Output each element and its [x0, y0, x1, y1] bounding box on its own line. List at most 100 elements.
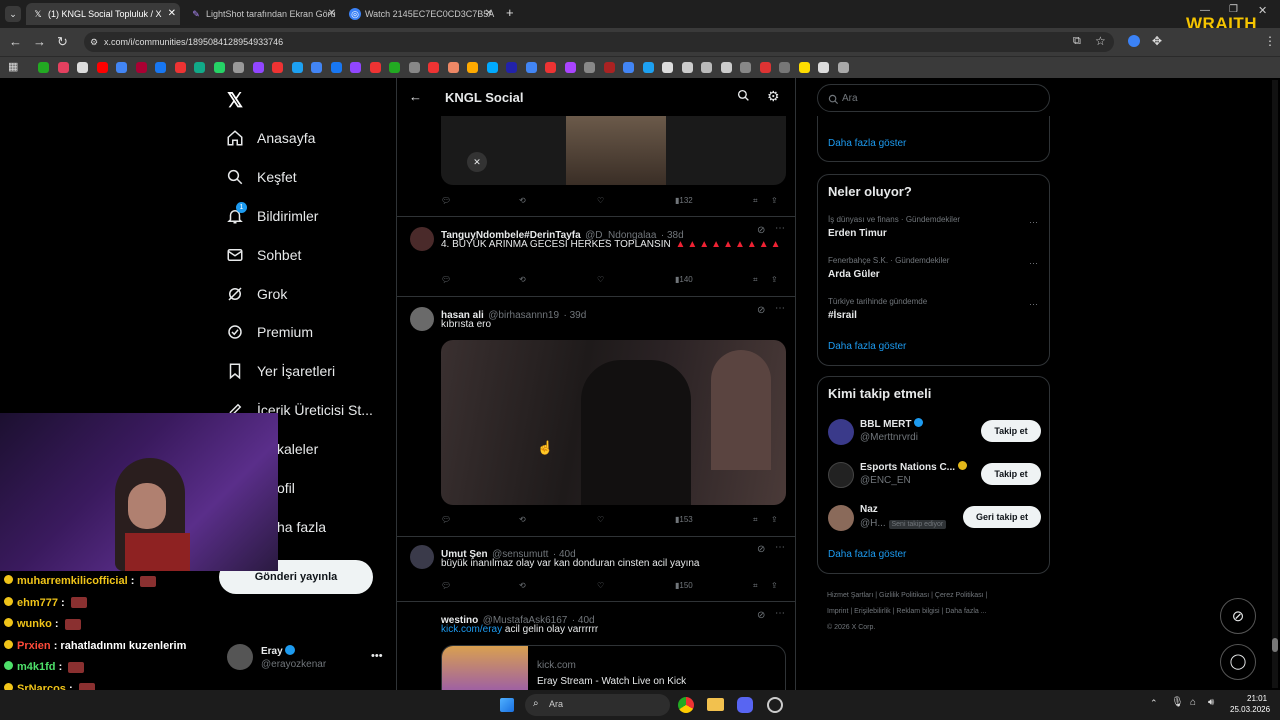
reply-icon[interactable]: 💬︎	[441, 275, 451, 284]
menu-icon[interactable]: ⋮	[1264, 34, 1276, 48]
bookmark-favicon-icon[interactable]	[155, 62, 166, 73]
trend-item[interactable]: Fenerbahçe S.K. · Gündemdekiler Arda Güle…	[828, 256, 1038, 280]
volume-icon[interactable]: 🔊︎	[1208, 697, 1214, 708]
bookmark-favicon-icon[interactable]	[291, 62, 303, 73]
nav-bookmarks[interactable]: Yer İşaretleri	[225, 356, 335, 386]
bookmark-favicon-icon[interactable]	[447, 62, 459, 73]
bookmark-favicon-icon[interactable]	[96, 62, 108, 73]
bookmark-favicon-icon[interactable]	[798, 62, 810, 73]
trend-item[interactable]: İş dünyası ve finans · Gündemdekiler Erde…	[828, 215, 1038, 239]
x-home-logo[interactable]: 𝕏	[227, 88, 243, 113]
avatar[interactable]	[410, 307, 434, 331]
post-media-tail[interactable]: ✕ 💬︎ ⟲ ♡ ▮ 132 ⌗ ⇪	[397, 116, 795, 217]
bookmark-favicon-icon[interactable]	[701, 62, 712, 73]
bookmark-favicon-icon[interactable]	[389, 62, 400, 73]
nav-grok[interactable]: Grok	[225, 279, 287, 309]
account-avatar[interactable]	[227, 644, 253, 670]
grok-icon[interactable]: ⊘	[757, 305, 765, 316]
tray-chevron-icon[interactable]: ⌃	[1150, 698, 1158, 709]
install-icon[interactable]: ⧉	[1073, 35, 1081, 48]
scrollbar[interactable]	[1272, 80, 1278, 688]
back-arrow-icon[interactable]: ←	[409, 89, 422, 104]
bookmark-favicon-icon[interactable]	[623, 62, 634, 73]
bookmark-favicon-icon[interactable]	[311, 62, 322, 73]
post-tanguy[interactable]: TanguyNdombele#DerinTayfa @D_Ndongalaa ·…	[397, 217, 795, 297]
follow-button[interactable]: Takip et	[981, 463, 1041, 485]
footer-link[interactable]: Imprint	[827, 608, 848, 615]
bookmark-favicon-icon[interactable]	[837, 62, 849, 73]
footer-link[interactable]: Reklam bilgisi	[896, 608, 939, 615]
bookmark-icon[interactable]: ⌗	[753, 196, 758, 206]
trend-more-icon[interactable]: ⋯	[1029, 299, 1038, 310]
footer-link[interactable]: Erişilebilirlik	[854, 608, 891, 615]
trend-more-icon[interactable]: ⋯	[1029, 217, 1038, 228]
bookmark-favicon-icon[interactable]	[681, 62, 693, 73]
repost-icon[interactable]: ⟲	[519, 196, 526, 205]
maximize-icon[interactable]: ❐	[1229, 4, 1238, 15]
close-window-icon[interactable]: ✕	[1258, 4, 1267, 17]
bookmark-favicon-icon[interactable]	[818, 62, 829, 73]
clock-date[interactable]: 25.03.2026	[1230, 705, 1270, 714]
account-more-icon[interactable]: •••	[371, 650, 383, 662]
bookmark-favicon-icon[interactable]	[525, 62, 537, 73]
bookmark-favicon-icon[interactable]	[662, 62, 673, 73]
nav-articles[interactable]: kaleler	[277, 434, 318, 464]
close-tab-icon[interactable]: ✕	[328, 3, 336, 25]
follow-suggestion[interactable]: BBL MERT @Merttnrvrdi Takip et	[818, 415, 1051, 449]
reply-icon[interactable]: 💬︎	[441, 196, 451, 205]
url-field[interactable]: ⚙ x.com/i/communities/189508412895493374…	[84, 32, 1114, 52]
site-info-icon[interactable]: ⚙	[90, 32, 98, 52]
bookmark-favicon-icon[interactable]	[116, 62, 127, 73]
tab-x-community[interactable]: 𝕏 (1) KNGL Social Topluluk / X ✕	[26, 3, 180, 25]
share-icon[interactable]: ⇪	[771, 275, 778, 284]
new-tab-icon[interactable]: +	[506, 5, 514, 20]
post-westino[interactable]: westino @MustafaAsk6167 · 40d ⊘ ⋯ kick.c…	[397, 602, 795, 698]
show-more-link[interactable]: Daha fazla göster	[828, 138, 906, 149]
grok-icon[interactable]: ⊘	[757, 225, 765, 236]
bookmark-favicon-icon[interactable]	[720, 62, 732, 73]
mute-icon[interactable]: ✕	[467, 152, 487, 172]
share-icon[interactable]: ⇪	[771, 196, 778, 205]
avatar[interactable]	[410, 227, 434, 251]
bookmark-favicon-icon[interactable]	[272, 62, 283, 73]
post-more-icon[interactable]: ⋯	[775, 608, 785, 619]
bookmark-favicon-icon[interactable]	[135, 62, 147, 73]
bookmark-favicon-icon[interactable]	[584, 62, 595, 73]
tab-watch[interactable]: ◎ Watch 2145EC7EC0CD3C7B5A ✕	[343, 3, 497, 25]
post-more-icon[interactable]: ⋯	[775, 542, 785, 553]
nav-profile[interactable]: ofil	[277, 473, 295, 503]
discord-icon[interactable]	[737, 697, 753, 713]
close-tab-icon[interactable]: ✕	[168, 3, 176, 25]
like-icon[interactable]: ♡	[597, 581, 604, 590]
tab-lightshot[interactable]: ✎ LightShot tarafından Ekran Görü ✕	[184, 3, 340, 25]
post-umut[interactable]: Umut Şen @sensumutt · 40d ⊘ ⋯ büyük inan…	[397, 537, 795, 602]
bookmark-favicon-icon[interactable]	[350, 62, 361, 73]
nav-notifications[interactable]: 1 Bildirimler	[225, 201, 318, 231]
trend-more-icon[interactable]: ⋯	[1029, 258, 1038, 269]
like-icon[interactable]: ♡	[597, 196, 604, 205]
footer-link[interactable]: Hizmet Şartları	[827, 592, 873, 599]
trend-item[interactable]: Türkiye tarihinde gündemde #İsrail ⋯	[828, 297, 1038, 321]
tab-list-icon[interactable]: ⌄	[5, 6, 21, 22]
bookmark-favicon-icon[interactable]	[57, 62, 69, 73]
app-icon[interactable]	[767, 697, 783, 713]
views-icon[interactable]: ▮ 153	[675, 515, 693, 524]
follow-back-button[interactable]: Geri takip et	[963, 506, 1041, 528]
nav-explore[interactable]: Keşfet	[225, 162, 297, 192]
bookmark-favicon-icon[interactable]	[759, 62, 771, 73]
bookmark-star-icon[interactable]: ☆	[1095, 34, 1106, 48]
bookmark-favicon-icon[interactable]	[252, 62, 264, 73]
bookmark-favicon-icon[interactable]	[740, 62, 751, 73]
footer-link[interactable]: Çerez Politikası	[935, 592, 984, 599]
bookmark-favicon-icon[interactable]	[779, 62, 790, 73]
bookmark-favicon-icon[interactable]	[233, 62, 244, 73]
bookmark-favicon-icon[interactable]	[545, 62, 556, 73]
nav-more[interactable]: ha fazla	[277, 512, 326, 542]
network-icon[interactable]: ⌂	[1190, 697, 1196, 708]
follow-suggestion[interactable]: Esports Nations C... @ENC_EN Takip et	[818, 458, 1051, 492]
footer-link[interactable]: Gizlilik Politikası	[879, 592, 929, 599]
bookmark-favicon-icon[interactable]	[330, 62, 342, 73]
chrome-icon[interactable]	[678, 697, 694, 713]
bookmark-icon[interactable]: ⌗	[753, 581, 758, 591]
bookmark-favicon-icon[interactable]	[38, 62, 49, 73]
